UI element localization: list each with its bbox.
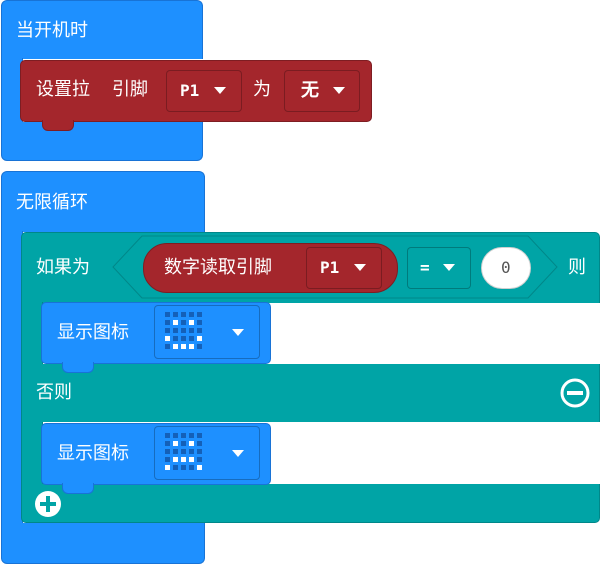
- digital-read-label: 数字读取引脚: [164, 257, 272, 278]
- led-off: [197, 457, 202, 462]
- led-on: [197, 336, 202, 341]
- read-pin-dropdown[interactable]: P1: [306, 247, 382, 289]
- led-off: [181, 328, 186, 333]
- led-on: [189, 320, 194, 325]
- led-off: [181, 449, 186, 454]
- led-on: [165, 336, 170, 341]
- icon-dropdown-then[interactable]: [154, 305, 260, 359]
- led-off: [181, 441, 186, 446]
- if-label: 如果为: [36, 257, 90, 278]
- led-off: [165, 320, 170, 325]
- led-on: [173, 320, 178, 325]
- to-label: 为: [253, 79, 271, 100]
- chevron-down-icon: [232, 329, 244, 336]
- led-off: [197, 441, 202, 446]
- led-off: [197, 344, 202, 349]
- led-on: [189, 441, 194, 446]
- pull-pin-value: P1: [180, 81, 200, 100]
- show-icon-label: 显示图标: [57, 322, 129, 343]
- led-off: [173, 433, 178, 438]
- set-pull-label: 设置拉: [36, 79, 90, 100]
- led-off: [165, 457, 170, 462]
- happy-face-icon: [165, 312, 205, 352]
- led-on: [173, 344, 178, 349]
- led-off: [197, 320, 202, 325]
- then-label: 则: [568, 257, 586, 278]
- led-on: [189, 457, 194, 462]
- led-off: [189, 328, 194, 333]
- led-off: [189, 465, 194, 470]
- pull-mode-dropdown[interactable]: 无: [284, 70, 360, 112]
- led-on: [181, 344, 186, 349]
- led-off: [189, 449, 194, 454]
- led-off: [165, 312, 170, 317]
- led-off: [189, 336, 194, 341]
- pull-mode-value: 无: [301, 80, 319, 101]
- led-off: [197, 449, 202, 454]
- chevron-down-icon: [214, 87, 226, 94]
- pin-label: 引脚: [112, 79, 148, 100]
- on-start-label: 当开机时: [16, 20, 88, 41]
- led-off: [165, 328, 170, 333]
- compare-value-text: 0: [501, 258, 511, 277]
- else-label: 否则: [36, 382, 72, 403]
- led-off: [197, 328, 202, 333]
- led-off: [189, 433, 194, 438]
- chevron-down-icon: [232, 450, 244, 457]
- led-off: [165, 344, 170, 349]
- chevron-down-icon: [354, 264, 366, 271]
- sad-face-icon: [165, 433, 205, 473]
- operator-value: =: [420, 258, 430, 277]
- chevron-down-icon: [443, 264, 455, 271]
- led-off: [181, 320, 186, 325]
- pull-pin-dropdown[interactable]: P1: [166, 70, 242, 112]
- led-off: [173, 328, 178, 333]
- led-on: [181, 457, 186, 462]
- led-on: [197, 465, 202, 470]
- led-off: [189, 312, 194, 317]
- chevron-down-icon: [333, 87, 345, 94]
- led-off: [181, 312, 186, 317]
- led-off: [173, 312, 178, 317]
- led-off: [173, 449, 178, 454]
- led-on: [165, 465, 170, 470]
- led-off: [173, 465, 178, 470]
- led-off: [165, 433, 170, 438]
- minus-circle-icon[interactable]: [560, 378, 590, 408]
- led-on: [189, 344, 194, 349]
- icon-dropdown-else[interactable]: [154, 426, 260, 480]
- led-off: [181, 433, 186, 438]
- led-off: [181, 336, 186, 341]
- led-on: [173, 457, 178, 462]
- compare-value-input[interactable]: 0: [481, 247, 531, 289]
- show-icon-label: 显示图标: [57, 443, 129, 464]
- led-off: [165, 449, 170, 454]
- led-off: [181, 465, 186, 470]
- led-off: [165, 441, 170, 446]
- read-pin-value: P1: [320, 258, 340, 277]
- forever-label: 无限循环: [16, 192, 88, 213]
- led-off: [173, 336, 178, 341]
- led-off: [197, 312, 202, 317]
- plus-circle-icon[interactable]: [33, 489, 63, 519]
- operator-dropdown[interactable]: =: [407, 247, 471, 289]
- led-on: [173, 441, 178, 446]
- led-off: [197, 433, 202, 438]
